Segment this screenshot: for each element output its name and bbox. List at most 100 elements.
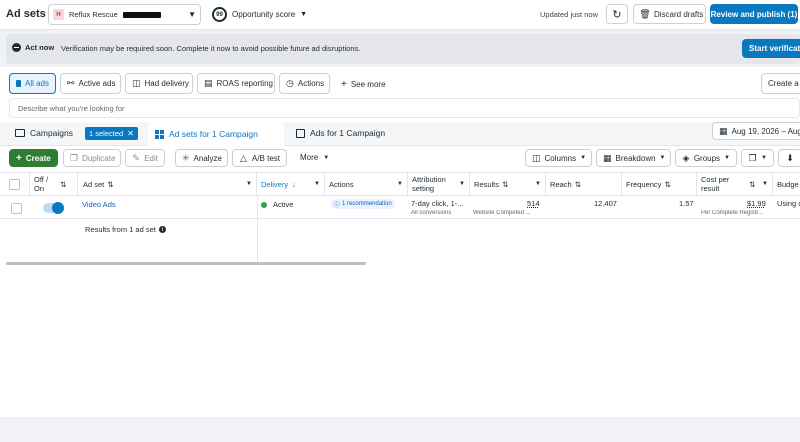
chevron-down-icon: ▼ [323, 154, 330, 161]
frequency-value: 1.57 [679, 199, 694, 208]
col-actions[interactable]: Actions ▼ [325, 172, 408, 196]
analyze-icon: ✳ [182, 152, 190, 163]
sort-icon: ⇅ [749, 179, 756, 189]
adset-name-link[interactable]: Video Ads [82, 200, 116, 209]
more-label: More [300, 153, 319, 162]
columns-button[interactable]: ◫ Columns ▼ [525, 149, 592, 167]
col-cpr[interactable]: Cost per result ⇅ ▼ [697, 172, 773, 196]
download-button[interactable]: ⬇ [778, 149, 800, 167]
duplicate-button[interactable]: ❐ Duplicate [63, 149, 121, 167]
attribution-value: 7-day click, 1-... [411, 199, 464, 208]
minus-circle-icon [12, 43, 21, 52]
pinned-column-divider [257, 196, 258, 263]
filter-had-delivery[interactable]: ◫ Had delivery [125, 73, 193, 94]
edit-label: Edit [144, 153, 158, 163]
banner-tag-label: Act now [25, 43, 55, 52]
plus-icon: + [341, 79, 347, 90]
banner-message: Verification may be required soon. Compl… [61, 44, 361, 53]
select-all-checkbox[interactable] [9, 178, 20, 190]
col-frequency-label: Frequency [626, 179, 662, 189]
sort-icon: ⇅ [107, 179, 114, 189]
more-button[interactable]: More ▼ [300, 153, 329, 162]
close-icon[interactable]: ✕ [127, 129, 134, 138]
recommendation-badge[interactable]: ⓘ 1 recommendation [331, 199, 395, 209]
filter-all-ads[interactable]: All ads [9, 73, 56, 94]
see-more-label: See more [350, 80, 386, 89]
attribution-sub: All conversions [411, 210, 452, 216]
row-toggle[interactable] [43, 202, 64, 214]
review-publish-button[interactable]: Review and publish (1) [710, 4, 798, 24]
col-frequency[interactable]: Frequency ⇅ [622, 172, 697, 196]
abtest-button[interactable]: △ A/B test [232, 149, 287, 167]
analyze-button[interactable]: ✳ Analyze [175, 149, 228, 167]
page-title: Ad sets [6, 8, 46, 20]
budget-value: Using c [777, 199, 800, 208]
col-adset-label: Ad set [83, 179, 105, 189]
chart-icon: ◫ [132, 78, 141, 88]
col-results[interactable]: Results ⇅ ▼ [470, 172, 546, 196]
cpr-sub: Per Complete Registr... [701, 210, 764, 216]
see-more-button[interactable]: + See more [341, 79, 386, 90]
refresh-button[interactable]: ↻ [606, 4, 628, 24]
date-range-picker[interactable]: ▦ Aug 19, 2026 – Aug 2 [712, 122, 800, 140]
delivery-status: Active [261, 200, 293, 209]
download-icon: ⬇ [786, 152, 794, 163]
col-reach[interactable]: Reach ⇅ [546, 172, 622, 196]
info-icon: ⓘ [334, 202, 341, 209]
analyze-label: Analyze [193, 153, 223, 163]
start-verification-button[interactable]: Start verificatio [742, 39, 800, 58]
tab-ads-label: Ads for 1 Campaign [310, 128, 386, 138]
results-footer-label: Results from 1 ad set [85, 225, 156, 234]
col-adset[interactable]: Ad set ⇅ ▼ [78, 172, 257, 196]
col-offon-label: Off / On [34, 175, 49, 193]
col-delivery[interactable]: Delivery ↓ ▼ [257, 172, 325, 196]
discard-drafts-button[interactable]: 🗑 Discard drafts [633, 4, 706, 24]
group-icon: ⚯ [67, 78, 75, 88]
horizontal-scrollbar[interactable] [6, 262, 366, 265]
search-input[interactable]: Describe what you're looking for [9, 98, 800, 118]
row-checkbox[interactable] [11, 203, 22, 214]
folder-icon [16, 80, 21, 87]
banner-tag: Act now [12, 43, 54, 52]
col-offon[interactable]: Off / On ⇅ [30, 172, 78, 196]
pencil-icon: ✎ [132, 152, 140, 163]
results-value: 514 [527, 199, 540, 208]
copy-icon: ❐ [70, 152, 79, 163]
filter-actions[interactable]: ◷ Actions [279, 73, 330, 94]
groups-button[interactable]: ◈ Groups ▼ [675, 149, 737, 167]
export-menu-button[interactable]: ❐ ▼ [741, 149, 774, 167]
copy-icon: ❐ [748, 152, 757, 163]
chevron-down-icon: ▼ [535, 181, 541, 187]
tab-campaigns[interactable]: Campaigns [15, 128, 73, 138]
abtest-label: A/B test [251, 153, 280, 163]
filter-active-ads[interactable]: ⚯ Active ads [60, 73, 121, 94]
account-selector[interactable]: H Reflux Rescue ▼ [48, 4, 201, 25]
tab-ads[interactable]: Ads for 1 Campaign [296, 128, 385, 138]
opportunity-score[interactable]: 99 Opportunity score ▼ [212, 6, 307, 23]
breakdown-button[interactable]: ▦ Breakdown ▼ [596, 149, 671, 167]
cpr-value: $1.99 [747, 199, 766, 208]
col-attribution[interactable]: Attribution setting ▼ [408, 172, 470, 196]
chevron-down-icon: ▼ [459, 180, 465, 187]
results-sub: Website Competed ... [473, 210, 531, 216]
sort-icon: ⇅ [574, 179, 581, 189]
recommendation-label: 1 recommendation [342, 201, 392, 207]
chevron-down-icon: ▼ [580, 155, 587, 161]
create-view-button[interactable]: Create a v [761, 73, 800, 94]
columns-label: Columns [544, 153, 577, 163]
col-budget-label: Budge [777, 179, 799, 189]
delivery-status-label: Active [273, 200, 294, 209]
col-budget[interactable]: Budge [773, 172, 800, 196]
create-button[interactable]: + Create [9, 149, 58, 167]
col-actions-label: Actions [329, 179, 354, 189]
selected-chip[interactable]: 1 selected ✕ [85, 127, 138, 140]
tab-adsets[interactable]: Ad sets for 1 Campaign [148, 122, 284, 146]
chevron-down-icon: ▼ [397, 181, 403, 187]
col-cpr-label: Cost per result [701, 175, 730, 193]
edit-button[interactable]: ✎ Edit [125, 149, 165, 167]
bottom-strip [0, 417, 800, 442]
trash-icon: 🗑 [639, 8, 651, 19]
filter-had-delivery-label: Had delivery [144, 79, 189, 88]
sort-down-icon: ↓ [292, 179, 296, 189]
filter-roas[interactable]: ▤ ROAS reporting [197, 73, 275, 94]
